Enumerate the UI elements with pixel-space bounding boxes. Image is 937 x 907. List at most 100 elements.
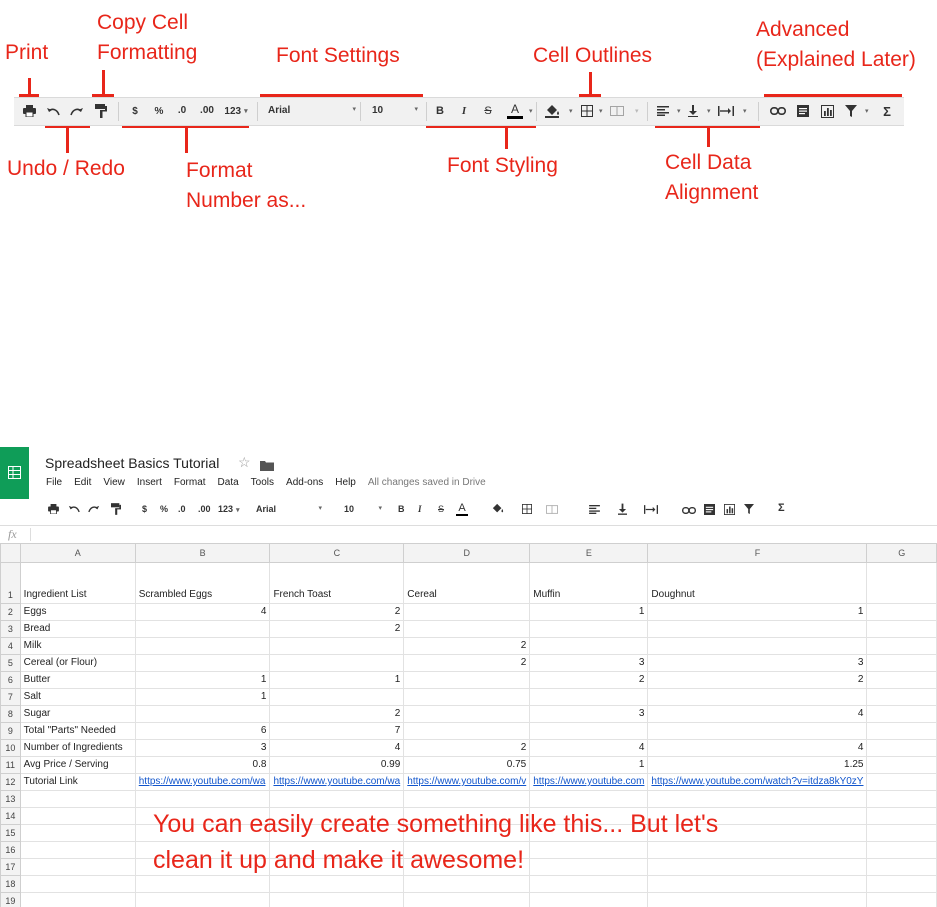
- cell[interactable]: Salt: [19, 688, 136, 706]
- functions-button[interactable]: Σ: [778, 502, 785, 514]
- cell[interactable]: 1: [529, 756, 649, 774]
- row-header[interactable]: 13: [0, 790, 21, 808]
- italic-button[interactable]: I: [456, 103, 472, 119]
- cell[interactable]: [866, 875, 937, 893]
- row-header[interactable]: 2: [0, 603, 21, 621]
- cell[interactable]: [19, 858, 136, 876]
- row-header[interactable]: 3: [0, 620, 21, 638]
- row-header[interactable]: 14: [0, 807, 21, 825]
- cell[interactable]: [647, 875, 868, 893]
- cell[interactable]: [134, 654, 271, 672]
- cell[interactable]: [866, 773, 937, 791]
- cell[interactable]: 2: [529, 671, 649, 689]
- cell[interactable]: [866, 637, 937, 655]
- row-header[interactable]: 12: [0, 773, 21, 791]
- menu-view[interactable]: View: [103, 477, 125, 488]
- cell[interactable]: 6: [134, 722, 271, 740]
- cell[interactable]: 0.75: [403, 756, 531, 774]
- cell[interactable]: [269, 654, 405, 672]
- bold-button[interactable]: B: [398, 504, 405, 514]
- cell[interactable]: [134, 620, 271, 638]
- app-logo[interactable]: [0, 447, 29, 499]
- cell[interactable]: [269, 637, 405, 655]
- font-size-dropdown[interactable]: 10 ▾: [372, 105, 418, 116]
- link-icon[interactable]: [768, 102, 788, 120]
- print-icon[interactable]: [20, 102, 38, 120]
- cell[interactable]: 2: [403, 654, 531, 672]
- redo-icon[interactable]: [88, 504, 100, 515]
- row-header[interactable]: 11: [0, 756, 21, 774]
- cell[interactable]: 1.25: [647, 756, 868, 774]
- cell[interactable]: [866, 562, 937, 604]
- cell[interactable]: Scrambled Eggs: [134, 562, 271, 604]
- star-icon[interactable]: ☆: [238, 454, 251, 471]
- cell[interactable]: https://www.youtube.com/watch?v=itdza8kY…: [647, 773, 868, 791]
- horizontal-align-icon[interactable]: [654, 102, 672, 120]
- cell[interactable]: Total "Parts" Needed: [19, 722, 136, 740]
- cell[interactable]: [19, 790, 136, 808]
- folder-icon[interactable]: [260, 458, 274, 476]
- cell[interactable]: https://www.youtube.com/v: [403, 773, 531, 791]
- cell[interactable]: 1: [647, 603, 868, 621]
- decrease-decimal-button[interactable]: .0: [178, 504, 186, 514]
- cell[interactable]: https://www.youtube.com: [529, 773, 649, 791]
- formula-bar[interactable]: fx: [0, 525, 937, 545]
- bold-button[interactable]: B: [432, 103, 448, 119]
- cell[interactable]: [866, 671, 937, 689]
- cell[interactable]: [866, 858, 937, 876]
- cell[interactable]: 0.99: [269, 756, 405, 774]
- row-header[interactable]: 16: [0, 841, 21, 859]
- cell[interactable]: 1: [529, 603, 649, 621]
- percent-format-button[interactable]: %: [160, 504, 168, 514]
- cell[interactable]: Eggs: [19, 603, 136, 621]
- increase-decimal-button[interactable]: .00: [198, 504, 211, 514]
- cell[interactable]: 3: [529, 654, 649, 672]
- column-header[interactable]: A: [19, 543, 136, 563]
- cell[interactable]: [866, 603, 937, 621]
- column-header[interactable]: B: [134, 543, 271, 563]
- menu-format[interactable]: Format: [174, 477, 206, 488]
- currency-format-button[interactable]: $: [142, 504, 147, 514]
- cell[interactable]: Avg Price / Serving: [19, 756, 136, 774]
- cell[interactable]: 1: [134, 688, 271, 706]
- horizontal-align-icon[interactable]: [589, 505, 600, 516]
- strikethrough-button[interactable]: S: [438, 504, 444, 514]
- menu-file[interactable]: File: [46, 477, 62, 488]
- cell[interactable]: [647, 637, 868, 655]
- cell[interactable]: [134, 637, 271, 655]
- row-header[interactable]: 18: [0, 875, 21, 893]
- cell[interactable]: 2: [269, 620, 405, 638]
- cell[interactable]: [529, 892, 649, 907]
- cell[interactable]: [866, 756, 937, 774]
- link-icon[interactable]: [682, 506, 696, 516]
- row-header[interactable]: 15: [0, 824, 21, 842]
- cell[interactable]: https://www.youtube.com/wa: [134, 773, 271, 791]
- row-header[interactable]: 19: [0, 892, 21, 907]
- currency-format-button[interactable]: $: [128, 103, 142, 119]
- borders-icon[interactable]: [522, 504, 532, 516]
- font-family-dropdown[interactable]: Arial ▾: [268, 105, 356, 116]
- column-header[interactable]: D: [403, 543, 531, 563]
- filter-icon[interactable]: [842, 102, 860, 120]
- cell[interactable]: [269, 790, 405, 808]
- cell[interactable]: [647, 892, 868, 907]
- menu-addons[interactable]: Add-ons: [286, 477, 323, 488]
- row-header[interactable]: 7: [0, 688, 21, 706]
- cell[interactable]: [866, 892, 937, 907]
- cell[interactable]: [403, 790, 531, 808]
- cell[interactable]: [866, 807, 937, 825]
- row-header[interactable]: 9: [0, 722, 21, 740]
- cell[interactable]: [529, 790, 649, 808]
- cell[interactable]: [19, 892, 136, 907]
- cell[interactable]: 2: [403, 637, 531, 655]
- cell[interactable]: [866, 688, 937, 706]
- save-status[interactable]: All changes saved in Drive: [368, 477, 486, 488]
- filter-icon[interactable]: [744, 504, 754, 516]
- comment-icon[interactable]: [794, 102, 812, 120]
- undo-icon[interactable]: [44, 102, 62, 120]
- row-header[interactable]: 17: [0, 858, 21, 876]
- cell[interactable]: Muffin: [529, 562, 649, 604]
- cell[interactable]: Ingredient List: [19, 562, 136, 604]
- cell[interactable]: [529, 620, 649, 638]
- percent-format-button[interactable]: %: [152, 103, 166, 119]
